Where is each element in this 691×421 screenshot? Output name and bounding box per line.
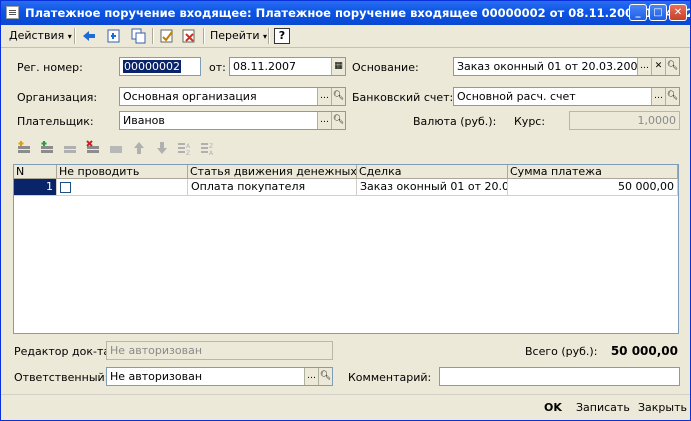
- svg-text:A: A: [209, 150, 214, 156]
- svg-text:A: A: [186, 143, 191, 150]
- comment-input[interactable]: [439, 367, 680, 386]
- add-row-icon[interactable]: [16, 140, 32, 156]
- editor-value: Не авторизован: [110, 344, 203, 357]
- select-ellipsis-icon[interactable]: …: [304, 368, 318, 385]
- date-value: 08.11.2007: [233, 60, 296, 73]
- row-number-cell[interactable]: 1: [14, 179, 57, 196]
- responsible-input[interactable]: Не авторизован … 🔍︎: [106, 367, 333, 386]
- basis-input[interactable]: Заказ оконный 01 от 20.03.2007 16 … ✕ 🔍︎: [453, 57, 680, 76]
- open-search-icon[interactable]: 🔍︎: [318, 368, 332, 385]
- basis-value: Заказ оконный 01 от 20.03.2007 16: [457, 60, 662, 73]
- select-ellipsis-icon[interactable]: …: [637, 58, 651, 75]
- ok-button[interactable]: OK: [544, 398, 562, 418]
- org-input[interactable]: Основная организация … 🔍︎: [119, 87, 346, 106]
- refresh-document-icon[interactable]: [106, 28, 122, 44]
- column-header-cash-flow-item[interactable]: Статья движения денежных ср...: [188, 165, 357, 179]
- close-window-button[interactable]: ✕: [669, 4, 687, 21]
- dropdown-arrow-icon: ▾: [67, 32, 72, 41]
- select-ellipsis-icon[interactable]: …: [651, 88, 665, 105]
- column-header-n[interactable]: N: [14, 165, 57, 179]
- open-search-icon[interactable]: 🔍︎: [331, 112, 345, 129]
- responsible-label: Ответственный:: [14, 371, 109, 384]
- help-button[interactable]: ?: [274, 28, 290, 44]
- svg-text:Z: Z: [186, 150, 190, 156]
- payments-table[interactable]: N Не проводить Статья движения денежных …: [13, 164, 679, 334]
- rate-value: 1,0000: [637, 114, 677, 127]
- no-post-cell[interactable]: [57, 179, 188, 196]
- actions-menu[interactable]: Действия ▾: [9, 27, 72, 45]
- bottom-button-bar: OK Записать Закрыть: [1, 394, 690, 420]
- toolbar-separator: [268, 28, 270, 44]
- sort-ascending-icon: AZ: [177, 140, 193, 157]
- rate-label: Курс:: [514, 115, 546, 128]
- basis-label: Основание:: [352, 61, 419, 74]
- open-search-icon[interactable]: 🔍︎: [331, 88, 345, 105]
- add-row-copy-icon[interactable]: [39, 140, 55, 156]
- column-header-deal[interactable]: Сделка: [357, 165, 508, 179]
- open-search-icon[interactable]: 🔍︎: [665, 58, 679, 75]
- window-title: Платежное поручение входящее: Платежное …: [25, 6, 691, 20]
- document-icon: [6, 6, 19, 19]
- select-ellipsis-icon[interactable]: …: [317, 112, 331, 129]
- no-post-checkbox[interactable]: [60, 181, 71, 193]
- move-down-icon: [154, 140, 170, 156]
- minimize-button[interactable]: _: [629, 4, 647, 21]
- date-input[interactable]: 08.11.2007 ▦: [229, 57, 346, 76]
- reg-number-label: Рег. номер:: [17, 61, 83, 74]
- cash-flow-item-cell[interactable]: Оплата покупателя: [188, 179, 357, 196]
- open-search-icon[interactable]: 🔍︎: [665, 88, 679, 105]
- select-ellipsis-icon[interactable]: …: [317, 88, 331, 105]
- org-label: Организация:: [17, 91, 98, 104]
- responsible-value: Не авторизован: [110, 370, 203, 383]
- payer-value: Иванов: [123, 114, 165, 127]
- bank-account-label: Банковский счет:: [352, 91, 454, 104]
- end-edit-icon: [108, 140, 124, 156]
- move-up-icon: [131, 140, 147, 156]
- total-value: 50 000,00: [610, 344, 678, 358]
- document-window: Платежное поручение входящее: Платежное …: [0, 0, 691, 421]
- deal-cell[interactable]: Заказ оконный 01 от 20.03...: [357, 179, 508, 196]
- post-document-icon[interactable]: [159, 28, 175, 44]
- goto-label: Перейти: [210, 29, 260, 42]
- comment-label: Комментарий:: [348, 371, 432, 384]
- editor-label: Редактор док-та:: [14, 345, 114, 358]
- column-header-payment-sum[interactable]: Сумма платежа: [508, 165, 678, 179]
- toolbar-separator: [152, 28, 154, 44]
- currency-label: Валюта (руб.):: [413, 115, 497, 128]
- clear-icon[interactable]: ✕: [651, 58, 665, 75]
- save-button[interactable]: Записать: [576, 398, 630, 418]
- delete-row-icon[interactable]: [85, 140, 101, 156]
- dropdown-arrow-icon: ▾: [263, 32, 268, 41]
- title-bar[interactable]: Платежное поручение входящее: Платежное …: [1, 1, 690, 25]
- date-label: от:: [209, 61, 226, 74]
- reg-number-value: 00000002: [123, 60, 181, 73]
- column-header-no-post[interactable]: Не проводить: [57, 165, 188, 179]
- total-label: Всего (руб.):: [525, 345, 598, 358]
- back-arrow-icon[interactable]: [81, 28, 97, 44]
- close-button[interactable]: Закрыть: [638, 398, 687, 418]
- actions-label: Действия: [9, 29, 65, 42]
- payment-sum-cell[interactable]: 50 000,00: [508, 179, 678, 196]
- help-label: ?: [278, 29, 286, 42]
- rate-input: 1,0000: [569, 111, 680, 130]
- bank-account-value: Основной расч. счет: [457, 90, 576, 103]
- sort-descending-icon: ZA: [200, 140, 216, 157]
- payer-label: Плательщик:: [17, 115, 94, 128]
- payer-input[interactable]: Иванов … 🔍︎: [119, 111, 346, 130]
- svg-text:Z: Z: [209, 143, 213, 150]
- toolbar-separator: [203, 28, 205, 44]
- reg-number-input[interactable]: 00000002: [119, 57, 201, 76]
- editor-input: Не авторизован: [106, 341, 333, 360]
- copy-document-icon[interactable]: [131, 28, 147, 44]
- edit-row-icon: [62, 140, 78, 156]
- calendar-icon[interactable]: ▦: [331, 58, 345, 75]
- toolbar-separator: [74, 28, 76, 44]
- bank-account-input[interactable]: Основной расч. счет … 🔍︎: [453, 87, 680, 106]
- unpost-document-icon[interactable]: [181, 28, 197, 44]
- goto-menu[interactable]: Перейти ▾: [210, 27, 267, 45]
- maximize-button[interactable]: □: [649, 4, 667, 21]
- toolbar: Действия ▾ Перейти ▾ ?: [1, 25, 690, 48]
- org-value: Основная организация: [123, 90, 257, 103]
